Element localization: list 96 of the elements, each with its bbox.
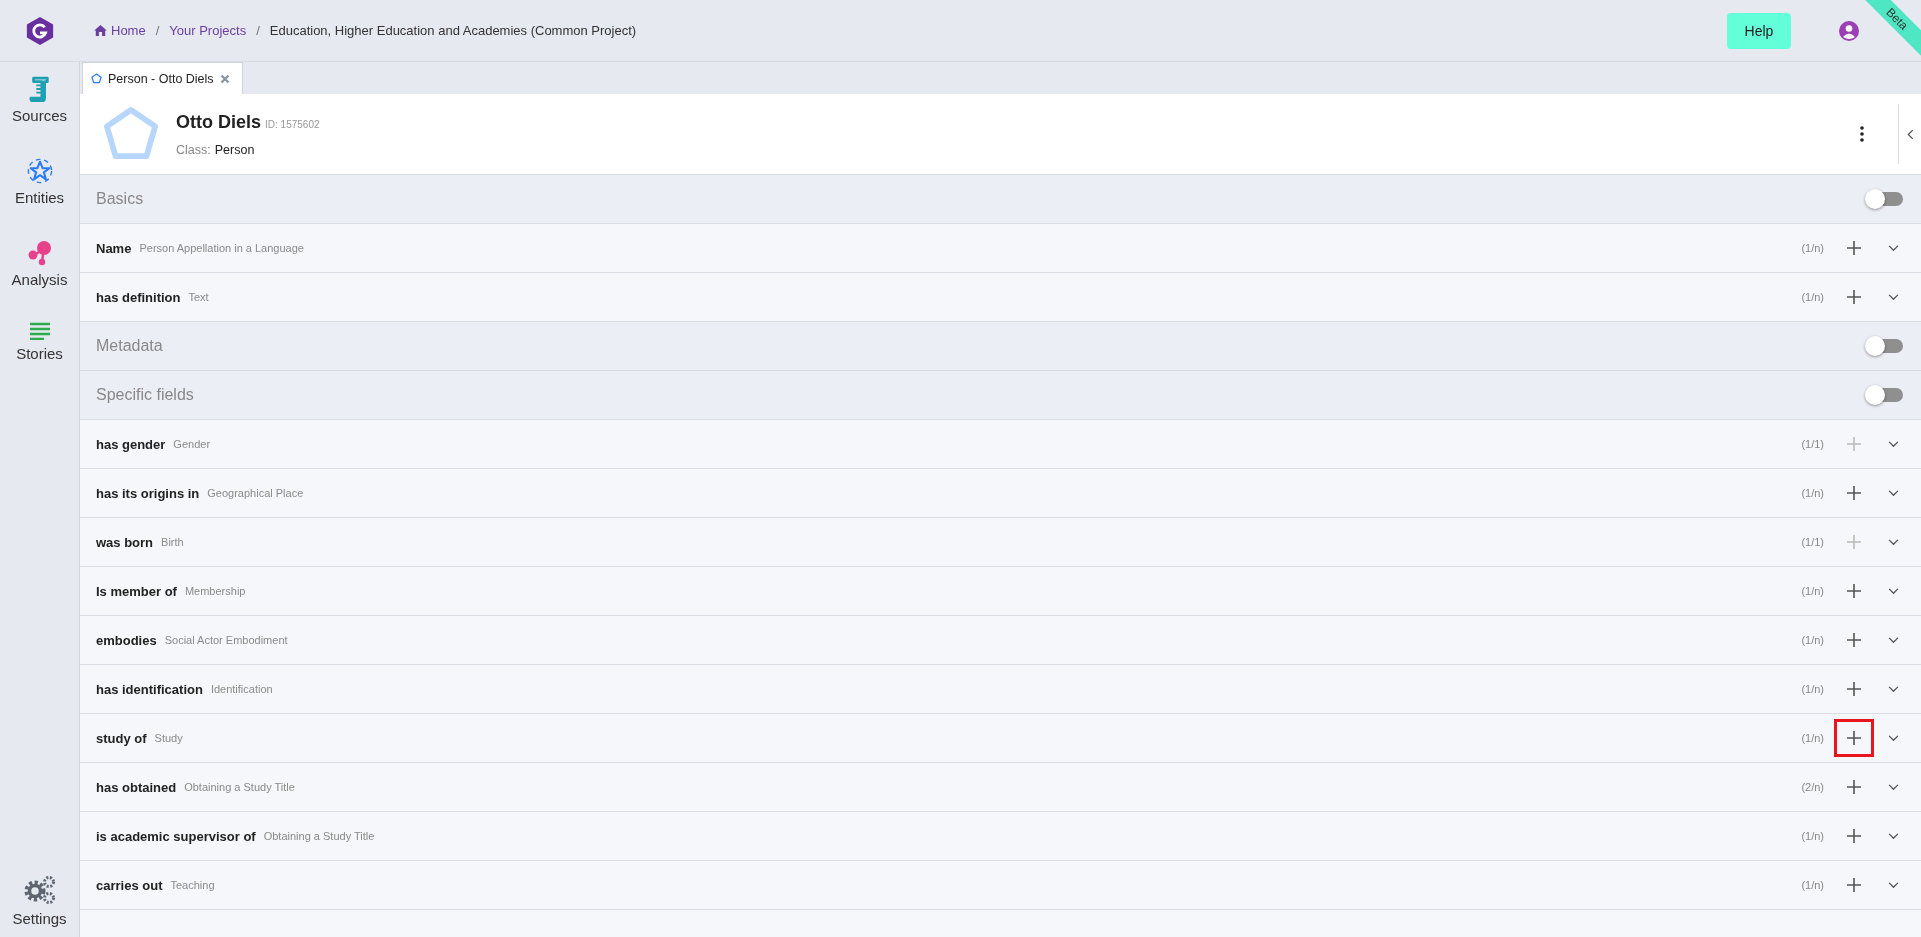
- entity-id: ID: 1575602: [265, 118, 320, 130]
- pentagon-icon: [102, 106, 160, 162]
- plus-icon: [1847, 780, 1861, 794]
- chevron-down-icon[interactable]: [1888, 293, 1899, 301]
- field-target-class: Person Appellation in a Language: [139, 242, 305, 254]
- field-label: Is member of: [96, 583, 177, 599]
- scroll-icon: [28, 76, 51, 102]
- settings-item[interactable]: Settings: [0, 875, 79, 927]
- plus-icon: [1847, 878, 1861, 892]
- plus-icon: [1847, 829, 1861, 843]
- field-label: has definition: [96, 289, 181, 305]
- chevron-down-icon[interactable]: [1888, 636, 1899, 644]
- class-label: Class:: [176, 142, 211, 157]
- field-target-class: Geographical Place: [207, 487, 305, 499]
- plus-icon: [1847, 486, 1861, 500]
- quantity-label: (1/n): [1801, 242, 1824, 254]
- field-label: embodies: [96, 632, 157, 648]
- field-label: study of: [96, 730, 147, 746]
- field-target-class: Obtaining a Study Title: [184, 781, 296, 793]
- chevron-down-icon[interactable]: [1888, 587, 1899, 595]
- breadcrumb-current: Education, Higher Education and Academies (Common Project): [269, 23, 637, 38]
- breadcrumb-link[interactable]: Your Projects: [169, 23, 247, 38]
- add-button[interactable]: [1834, 719, 1874, 757]
- field-target-class: Membership: [184, 585, 247, 597]
- plus-icon: [1847, 535, 1861, 549]
- chevron-down-icon[interactable]: [1888, 440, 1899, 448]
- nodes-icon: [26, 240, 53, 266]
- entity-name: Otto Diels: [176, 111, 261, 133]
- chevron-left-icon[interactable]: [1906, 128, 1914, 140]
- breadcrumb-separator: /: [256, 23, 260, 38]
- quantity-label: (1/n): [1801, 487, 1824, 499]
- star-icon: [26, 158, 53, 184]
- plus-icon: [1847, 584, 1861, 598]
- chevron-down-icon[interactable]: [1888, 832, 1899, 840]
- plus-icon: [1847, 290, 1861, 304]
- chevron-down-icon[interactable]: [1888, 489, 1899, 497]
- plus-icon: [1847, 633, 1861, 647]
- quantity-label: (1/n): [1801, 732, 1824, 744]
- chevron-down-icon[interactable]: [1888, 685, 1899, 693]
- more-icon[interactable]: [1860, 126, 1864, 142]
- field-label: carries out: [96, 877, 163, 893]
- field-label: has its origins in: [96, 485, 200, 501]
- quantity-label: (1/1): [1801, 438, 1824, 450]
- class-value: Person: [214, 142, 255, 157]
- entity-tab[interactable]: Person - Otto Diels: [82, 62, 243, 94]
- pentagon-icon: [91, 73, 102, 84]
- quantity-label: (1/n): [1801, 879, 1824, 891]
- chevron-down-icon[interactable]: [1888, 538, 1899, 546]
- plus-icon: [1847, 731, 1861, 745]
- plus-icon: [1847, 682, 1861, 696]
- field-target-class: Birth: [161, 536, 185, 548]
- quantity-label: (1/n): [1801, 634, 1824, 646]
- section-title: Metadata: [96, 337, 164, 355]
- home-icon: [94, 25, 107, 36]
- field-target-class: Obtaining a Study Title: [263, 830, 376, 842]
- breadcrumb-link[interactable]: Home: [94, 23, 146, 38]
- field-label: has obtained: [96, 779, 177, 795]
- field-label: was born: [96, 534, 154, 550]
- help-button[interactable]: Help: [1727, 12, 1791, 49]
- field-target-class: Social Actor Embodiment: [164, 634, 289, 646]
- quantity-label: (1/n): [1801, 830, 1824, 842]
- quantity-label: (1/n): [1801, 291, 1824, 303]
- user-icon[interactable]: [1839, 20, 1859, 41]
- field-label: Name: [96, 240, 132, 256]
- toggle-switch[interactable]: [1867, 388, 1903, 402]
- logo-icon[interactable]: [25, 14, 55, 47]
- field-label: is academic supervisor of: [96, 828, 256, 844]
- chevron-down-icon[interactable]: [1888, 783, 1899, 791]
- field-target-class: Teaching: [170, 879, 216, 891]
- chevron-down-icon[interactable]: [1888, 244, 1899, 252]
- sidebar-item[interactable]: Stories: [0, 322, 79, 362]
- lines-icon: [28, 322, 51, 340]
- field-label: has identification: [96, 681, 203, 697]
- toggle-switch[interactable]: [1867, 192, 1903, 206]
- field-label: has gender: [96, 436, 166, 452]
- field-target-class: Identification: [210, 683, 274, 695]
- plus-icon: [1847, 437, 1861, 451]
- field-target-class: Gender: [173, 438, 212, 450]
- toggle-switch[interactable]: [1867, 339, 1903, 353]
- section-title: Basics: [96, 190, 145, 208]
- sidebar-item[interactable]: Sources: [0, 76, 79, 124]
- section-title: Specific fields: [96, 386, 195, 404]
- close-icon[interactable]: [219, 73, 230, 84]
- sidebar-item[interactable]: Entities: [0, 158, 79, 206]
- plus-icon: [1847, 241, 1861, 255]
- quantity-label: (1/n): [1801, 585, 1824, 597]
- field-target-class: Study: [154, 732, 184, 744]
- gears-icon: [22, 875, 57, 905]
- chevron-down-icon[interactable]: [1888, 734, 1899, 742]
- sidebar-item[interactable]: Analysis: [0, 240, 79, 288]
- chevron-down-icon[interactable]: [1888, 881, 1899, 889]
- quantity-label: (1/1): [1801, 536, 1824, 548]
- field-target-class: Text: [188, 291, 210, 303]
- breadcrumb-separator: /: [155, 23, 160, 38]
- quantity-label: (2/n): [1801, 781, 1824, 793]
- quantity-label: (1/n): [1801, 683, 1824, 695]
